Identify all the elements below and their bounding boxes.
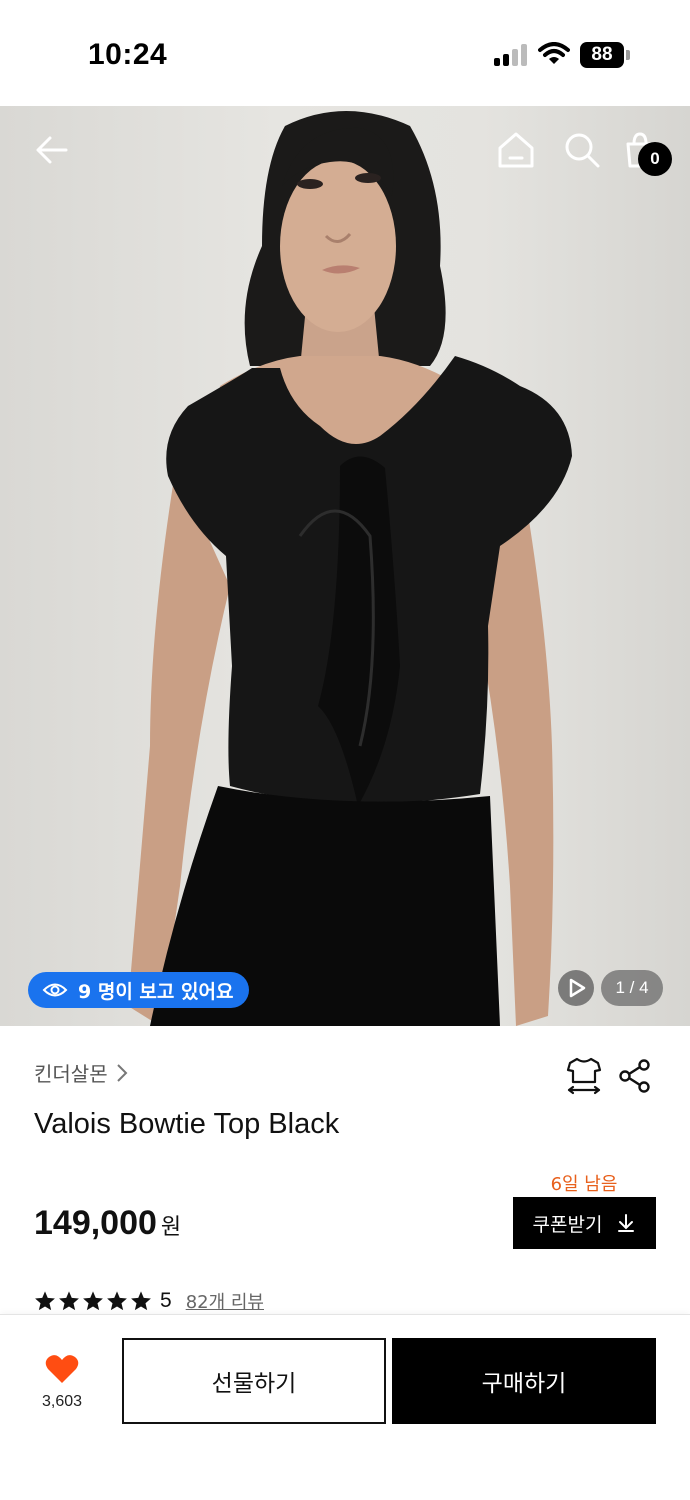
brand-name: 킨더살몬 [34,1062,108,1086]
cart-count-badge[interactable]: 0 [638,142,672,176]
coupon-download-button[interactable]: 쿠폰받기 [513,1197,656,1249]
coupon-button-label: 쿠폰받기 [532,1213,603,1236]
price-value: 149,000 [34,1204,157,1242]
price-unit: 원 [160,1215,182,1240]
battery-icon: 88 [580,42,630,68]
rating-score: 5 [160,1289,172,1312]
product-price: 149,000 원 [34,1204,181,1243]
status-bar: 10:24 88 [0,0,690,106]
star-icon [107,1291,127,1311]
review-count-link[interactable]: 82개 리뷰 [186,1288,264,1314]
download-icon [618,1214,635,1232]
status-time: 10:24 [88,38,168,71]
product-title: Valois Bowtie Top Black [34,1108,340,1140]
star-icon [83,1291,103,1311]
chevron-right-icon [116,1063,128,1082]
play-icon [569,978,586,998]
cellular-signal-icon [494,44,530,66]
rating-row: 5 82개 리뷰 [34,1288,264,1314]
brand-link[interactable]: 킨더살몬 [34,1058,128,1087]
play-video-button[interactable] [558,970,594,1006]
image-page-indicator: 1 / 4 [601,970,663,1006]
like-count: 3,603 [41,1393,83,1410]
wifi-icon [538,42,570,64]
star-icon [35,1291,55,1311]
search-icon[interactable] [562,130,602,170]
star-icon [131,1291,151,1311]
like-button[interactable]: 3,603 [30,1354,94,1411]
eye-icon [42,983,68,997]
live-viewers-text: 9 명이 보고 있어요 [78,980,234,1003]
back-arrow-icon[interactable] [32,130,72,170]
heart-icon [45,1355,79,1383]
rating-stars [34,1290,152,1312]
product-photo [128,111,572,1026]
size-guide-icon[interactable] [564,1056,604,1096]
buy-button[interactable]: 구매하기 [392,1338,656,1424]
live-viewers-badge: 9 명이 보고 있어요 [28,972,250,1008]
gift-button[interactable]: 선물하기 [122,1338,386,1424]
share-icon[interactable] [618,1058,652,1094]
product-image-carousel[interactable] [0,106,690,1026]
coupon-deadline: 6일 남음 [550,1174,618,1195]
star-icon [59,1291,79,1311]
home-icon[interactable] [496,130,536,170]
battery-level: 88 [580,42,624,68]
